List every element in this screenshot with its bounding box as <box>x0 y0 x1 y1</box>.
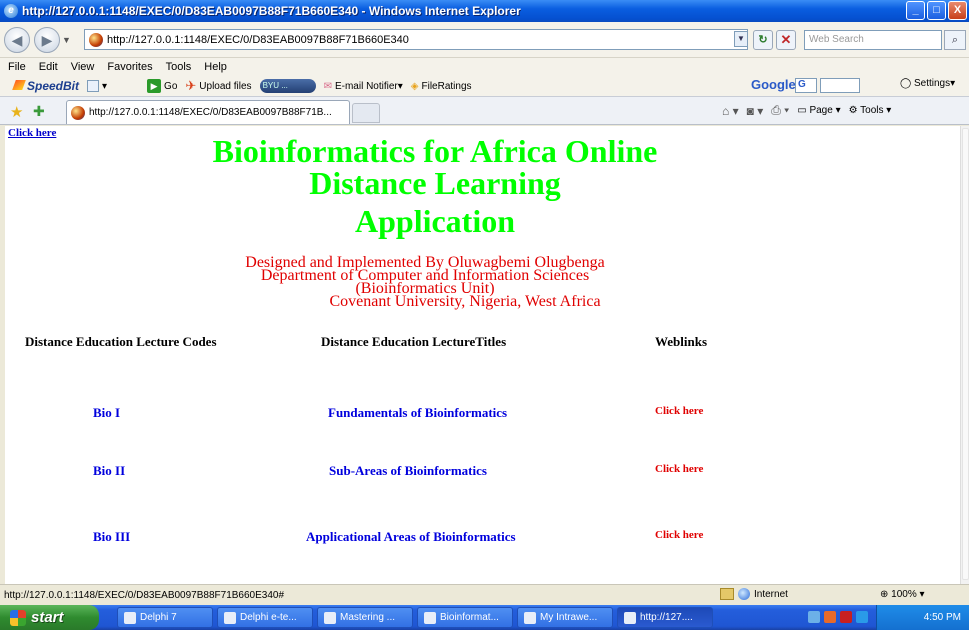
zoom-level[interactable]: ⊕ 100% ▾ <box>880 589 925 600</box>
feeds-icon[interactable]: ◙ ▾ <box>747 104 764 118</box>
maximize-button[interactable]: □ <box>927 1 946 20</box>
zone-label: Internet <box>754 588 788 600</box>
tray-icons <box>808 611 868 623</box>
go-button[interactable]: ▶ Go <box>147 79 177 93</box>
address-url: http://127.0.0.1:1148/EXEC/0/D83EAB0097B… <box>107 33 409 46</box>
navigation-bar: ◀ ▶ ▼ http://127.0.0.1:1148/EXEC/0/D83EA… <box>0 22 969 58</box>
window-title-bar[interactable]: e http://127.0.0.1:1148/EXEC/0/D83EAB009… <box>0 0 969 22</box>
taskbar-button-delphi-ete[interactable]: Delphi e-te... <box>217 607 313 628</box>
menu-help[interactable]: Help <box>204 61 227 73</box>
settings-button[interactable]: ◯ Settings▾ <box>900 78 955 89</box>
taskbar-button-delphi7[interactable]: Delphi 7 <box>117 607 213 628</box>
lecture-code: Bio III <box>93 529 131 544</box>
tray-icon[interactable] <box>856 611 868 623</box>
lecture-code: Bio I <box>93 405 121 420</box>
menu-view[interactable]: View <box>71 61 95 73</box>
home-icon[interactable]: ⌂ ▾ <box>722 104 739 118</box>
protected-mode-icon <box>720 588 734 600</box>
speedbit-search-box[interactable]: ▾ <box>87 80 107 92</box>
clock[interactable]: 4:50 PM <box>924 612 961 623</box>
credit-university: Covenant University, Nigeria, West Afric… <box>329 293 601 310</box>
google-search-button[interactable]: G <box>795 78 817 93</box>
page-content: Click here Bioinformatics for Africa Onl… <box>5 126 960 584</box>
back-button[interactable]: ◀ <box>4 26 30 53</box>
taskbar-button-mastering[interactable]: Mastering ... <box>317 607 413 628</box>
tab-title: http://127.0.0.1:1148/EXEC/0/D83EAB0097B… <box>89 107 332 118</box>
forward-button[interactable]: ▶ <box>34 26 60 53</box>
lecture-weblink[interactable]: Click here <box>655 405 703 417</box>
minimize-button[interactable]: _ <box>906 1 925 20</box>
window-controls: _ □ X <box>906 1 967 20</box>
page-heading-line2: Distance Learning <box>309 165 561 201</box>
tray-icon[interactable] <box>808 611 820 623</box>
speedbit-logo[interactable]: SpeedBit <box>14 79 79 93</box>
recent-pages-dropdown[interactable]: ▼ <box>62 35 72 45</box>
windows-flag-icon <box>10 609 26 626</box>
email-notifier-button[interactable]: ✉ E-mail Notifier ▾ <box>324 81 403 92</box>
lecture-title: Fundamentals of Bioinformatics <box>328 405 508 420</box>
address-bar[interactable]: http://127.0.0.1:1148/EXEC/0/D83EAB0097B… <box>84 29 748 50</box>
add-favorites-icon[interactable]: ✚ <box>33 103 45 120</box>
status-bar: http://127.0.0.1:1148/EXEC/0/D83EAB0097B… <box>0 584 969 605</box>
google-toolbar-logo: Google <box>751 77 796 92</box>
page-heading-line1: Bioinformatics for Africa Online <box>212 133 658 169</box>
column-header-codes: Distance Education Lecture Codes <box>25 334 217 349</box>
upload-files-button[interactable]: ✈ Upload files <box>185 78 251 94</box>
vertical-scrollbar[interactable] <box>960 126 969 584</box>
fileratings-button[interactable]: ◈ FileRatings <box>411 81 472 92</box>
print-icon[interactable]: ⎙ ▾ <box>771 103 789 118</box>
command-bar: ⌂ ▾ ◙ ▾ ⎙ ▾ ▭ Page ▾ ⚙ Tools ▾ <box>722 103 891 118</box>
lecture-weblink[interactable]: Click here <box>655 463 703 475</box>
menu-bar: File Edit View Favorites Tools Help <box>0 58 969 76</box>
menu-file[interactable]: File <box>8 61 26 73</box>
taskbar: start Delphi 7 Delphi e-te... Mastering … <box>0 605 969 630</box>
lecture-title: Sub-Areas of Bioinformatics <box>329 463 487 478</box>
column-header-titles: Distance Education LectureTitles <box>321 334 507 349</box>
menu-tools[interactable]: Tools <box>166 61 192 73</box>
refresh-button[interactable]: ↻ <box>753 30 773 50</box>
page-menu[interactable]: ▭ Page ▾ <box>797 105 840 116</box>
tab-page-icon <box>71 105 85 120</box>
search-input[interactable]: Web Search <box>804 30 942 50</box>
lecture-weblink[interactable]: Click here <box>655 529 703 541</box>
window-title: http://127.0.0.1:1148/EXEC/0/D83EAB0097B… <box>22 4 521 18</box>
system-tray: 4:50 PM <box>876 605 969 630</box>
status-url: http://127.0.0.1:1148/EXEC/0/D83EAB0097B… <box>4 589 285 601</box>
favorites-star-icon[interactable]: ★ <box>10 103 23 121</box>
new-tab-button[interactable] <box>352 103 380 123</box>
speedbit-toolbar: SpeedBit ▾ ▶ Go ✈ Upload files BYU ... ✉ E-… <box>0 76 969 96</box>
start-button[interactable]: start <box>0 605 99 630</box>
internet-zone-icon <box>738 588 750 600</box>
search-icon[interactable]: ⌕ <box>944 30 966 50</box>
page-heading-line3: Application <box>354 203 516 239</box>
menu-favorites[interactable]: Favorites <box>107 61 152 73</box>
column-header-weblinks: Weblinks <box>655 334 708 349</box>
byu-media-player[interactable]: BYU ... <box>259 79 316 93</box>
google-search-input[interactable] <box>820 78 860 93</box>
taskbar-button-bioinformat[interactable]: Bioinformat... <box>417 607 513 628</box>
tools-menu[interactable]: ⚙ Tools ▾ <box>849 105 892 116</box>
stop-button[interactable]: ✕ <box>776 30 796 50</box>
address-dropdown-button[interactable]: ▼ <box>734 31 748 47</box>
tab-bar: ★ ✚ http://127.0.0.1:1148/EXEC/0/D83EAB0… <box>0 96 969 125</box>
taskbar-button-ie[interactable]: http://127.... <box>617 607 713 628</box>
security-zone[interactable]: Internet <box>720 588 788 600</box>
lecture-title: Applicational Areas of Bioinformatics <box>306 529 516 544</box>
page-icon <box>89 32 103 47</box>
close-button[interactable]: X <box>948 1 967 20</box>
taskbar-button-my-intraweb[interactable]: My Intrawe... <box>517 607 613 628</box>
internet-explorer-icon: e <box>4 4 18 18</box>
tray-icon[interactable] <box>824 611 836 623</box>
menu-edit[interactable]: Edit <box>39 61 58 73</box>
tray-icon[interactable] <box>840 611 852 623</box>
active-tab[interactable]: http://127.0.0.1:1148/EXEC/0/D83EAB0097B… <box>66 100 350 124</box>
lecture-code: Bio II <box>93 463 126 478</box>
